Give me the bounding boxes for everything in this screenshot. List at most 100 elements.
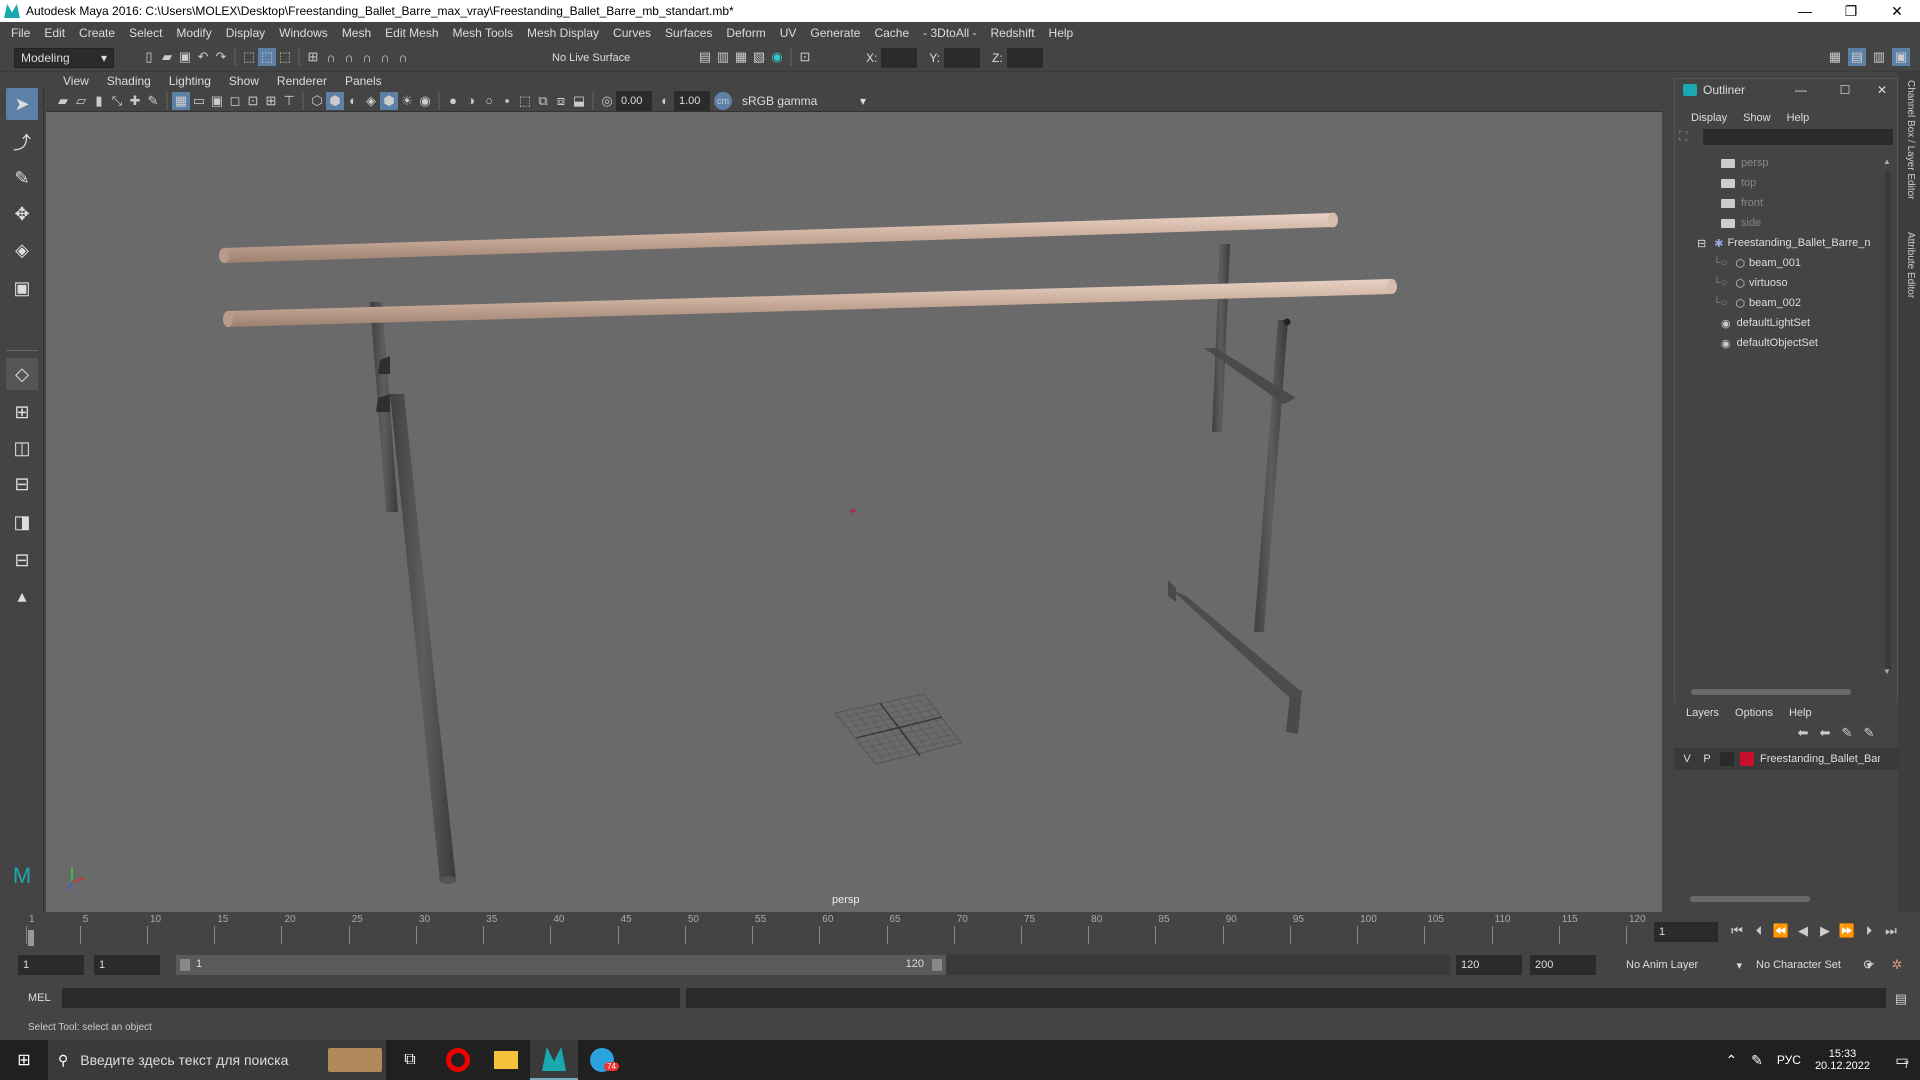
- taskbar-search-box[interactable]: ⚲ Введите здесь текст для поиска: [48, 1040, 324, 1080]
- character-set-dropdown[interactable]: No Character Set ▾: [1750, 955, 1878, 975]
- telegram-icon[interactable]: 74: [578, 1040, 626, 1080]
- windows-start-icon[interactable]: ⊞: [0, 1040, 48, 1080]
- side-by-side-layout-icon[interactable]: ⊟: [6, 468, 38, 500]
- close-button[interactable]: ✕: [1867, 83, 1897, 97]
- move-tool-icon[interactable]: ✥: [6, 198, 38, 230]
- outliner-item-camera[interactable]: top: [1721, 173, 1756, 193]
- menu-surfaces[interactable]: Surfaces: [658, 26, 719, 40]
- menu-generate[interactable]: Generate: [803, 26, 867, 40]
- move-layer-down-icon[interactable]: ⬅: [1816, 724, 1834, 742]
- select-tool-icon[interactable]: ➤: [6, 88, 38, 120]
- grid-icon[interactable]: ▦: [172, 91, 190, 110]
- camera-attributes-icon[interactable]: ▱: [72, 92, 90, 110]
- scroll-up-icon[interactable]: ▲: [1883, 157, 1891, 166]
- ipr-render-icon[interactable]: ▦: [732, 48, 750, 66]
- isolate-select-icon[interactable]: ▪: [498, 92, 516, 110]
- menu-3dtoall[interactable]: - 3DtoAll -: [916, 26, 983, 40]
- exposure-field[interactable]: 0.00: [616, 90, 652, 111]
- play-backward-icon[interactable]: ◀: [1794, 922, 1812, 940]
- hypershade-icon[interactable]: ◉: [768, 48, 786, 66]
- outliner-item-mesh[interactable]: └○ ⬡ virtuoso: [1713, 273, 1788, 293]
- playback-start-field[interactable]: 1: [94, 955, 160, 975]
- maximize-button[interactable]: ☐: [1823, 83, 1867, 97]
- camera-select-icon[interactable]: ▰: [54, 92, 72, 110]
- smooth-shade-icon[interactable]: ⬢: [326, 91, 344, 110]
- mel-label[interactable]: MEL: [28, 992, 51, 1004]
- outliner-search-input[interactable]: [1703, 129, 1893, 145]
- menu-redshift[interactable]: Redshift: [984, 26, 1042, 40]
- start-time-field[interactable]: 1: [18, 955, 84, 975]
- outliner-vscrollbar[interactable]: ▲ ▼: [1883, 157, 1893, 677]
- mode-dropdown[interactable]: Modeling ▾: [14, 48, 114, 68]
- menu-mesh-tools[interactable]: Mesh Tools: [446, 26, 520, 40]
- layer-color-swatch[interactable]: [1740, 752, 1754, 766]
- y-field[interactable]: [944, 48, 981, 68]
- menu-edit-mesh[interactable]: Edit Mesh: [378, 26, 445, 40]
- outliner-menu-display[interactable]: Display: [1683, 112, 1735, 124]
- snap-point-icon[interactable]: ∩: [340, 48, 358, 66]
- search-highlight-image[interactable]: [324, 1040, 386, 1080]
- depth-of-field-icon[interactable]: ○: [480, 92, 498, 110]
- layers-menu-layers[interactable]: Layers: [1678, 707, 1727, 719]
- image-plane-icon[interactable]: ⤡: [108, 92, 126, 110]
- menu-display[interactable]: Display: [219, 26, 272, 40]
- auto-key-icon[interactable]: ⟳: [1860, 956, 1878, 974]
- time-slider[interactable]: 1 5 10 15 20 25 30 35 40 45 50 55 60 65 70 75 80 85 90 95 10…: [0, 912, 1920, 948]
- outliner-menu-show[interactable]: Show: [1735, 112, 1779, 124]
- outliner-item-mesh[interactable]: └○ ⬡ beam_002: [1713, 293, 1801, 313]
- file-explorer-icon[interactable]: [482, 1040, 530, 1080]
- live-surface-field[interactable]: No Live Surface: [552, 48, 652, 68]
- outliner-menu-help[interactable]: Help: [1779, 112, 1818, 124]
- menu-help[interactable]: Help: [1042, 26, 1081, 40]
- range-end-handle[interactable]: [932, 959, 942, 971]
- render-settings-icon[interactable]: ▧: [750, 48, 768, 66]
- step-forward-key-icon[interactable]: ⏩: [1838, 922, 1856, 940]
- resolution-gate-icon[interactable]: ▣: [208, 92, 226, 110]
- paint-select-icon[interactable]: ✎: [6, 162, 38, 194]
- panel-menu-show[interactable]: Show: [220, 74, 268, 88]
- attribute-editor-tab[interactable]: Attribute Editor: [1900, 232, 1916, 352]
- wireframe-on-shaded-icon[interactable]: ◐: [344, 92, 362, 110]
- outliner-item-camera[interactable]: side: [1721, 213, 1761, 233]
- range-track[interactable]: [946, 955, 1450, 975]
- show-hidden-icons-icon[interactable]: ⌃: [1725, 1052, 1737, 1069]
- clock[interactable]: 15:33 20.12.2022: [1815, 1048, 1870, 1072]
- menu-windows[interactable]: Windows: [272, 26, 335, 40]
- current-time-indicator[interactable]: [28, 930, 34, 946]
- select-hierarchy-icon[interactable]: ⬚: [240, 48, 258, 66]
- channel-box-toggle-icon[interactable]: ▣: [1892, 48, 1910, 66]
- safe-title-icon[interactable]: ⊤: [280, 92, 298, 110]
- four-pane-layout-icon[interactable]: ◫: [6, 432, 38, 464]
- range-start-handle[interactable]: [180, 959, 190, 971]
- transform-mode-icon[interactable]: ⊡: [796, 48, 814, 66]
- backface-cull-icon[interactable]: ⬓: [570, 92, 588, 110]
- safe-action-icon[interactable]: ⊞: [262, 92, 280, 110]
- menu-file[interactable]: File: [4, 26, 37, 40]
- layer-row[interactable]: V P Freestanding_Ballet_Barr: [1674, 748, 1898, 770]
- end-time-field[interactable]: 200: [1530, 955, 1596, 975]
- save-scene-icon[interactable]: ▣: [176, 48, 194, 66]
- layer-visibility-toggle[interactable]: V: [1680, 753, 1694, 765]
- single-pane-layout-icon[interactable]: ⊞: [6, 396, 38, 428]
- x-field[interactable]: [881, 48, 918, 68]
- playback-end-field[interactable]: 120: [1456, 955, 1522, 975]
- color-space-dropdown[interactable]: sRGB gamma ▾: [736, 90, 872, 111]
- snap-projected-icon[interactable]: ∩: [358, 48, 376, 66]
- language-indicator[interactable]: РУС: [1777, 1053, 1801, 1067]
- panel-menu-lighting[interactable]: Lighting: [160, 74, 220, 88]
- snap-curve-icon[interactable]: ∩: [322, 48, 340, 66]
- bookmark-icon[interactable]: ▮: [90, 92, 108, 110]
- two-d-pan-icon[interactable]: ✚: [126, 92, 144, 110]
- color-management-icon[interactable]: cm: [714, 91, 732, 110]
- custom-layout-icon[interactable]: ▴: [6, 580, 38, 612]
- xray-joints-icon[interactable]: ⧉: [534, 92, 552, 110]
- last-tool-icon[interactable]: ◇: [6, 358, 38, 390]
- menu-edit[interactable]: Edit: [37, 26, 72, 40]
- opera-icon[interactable]: [434, 1040, 482, 1080]
- select-object-icon[interactable]: ⬚: [258, 48, 276, 66]
- redo-icon[interactable]: ↷: [212, 48, 230, 66]
- new-scene-icon[interactable]: ▯: [140, 48, 158, 66]
- gamma-field[interactable]: 1.00: [674, 90, 710, 111]
- go-to-end-icon[interactable]: ⏭: [1882, 922, 1900, 940]
- film-gate-icon[interactable]: ▭: [190, 92, 208, 110]
